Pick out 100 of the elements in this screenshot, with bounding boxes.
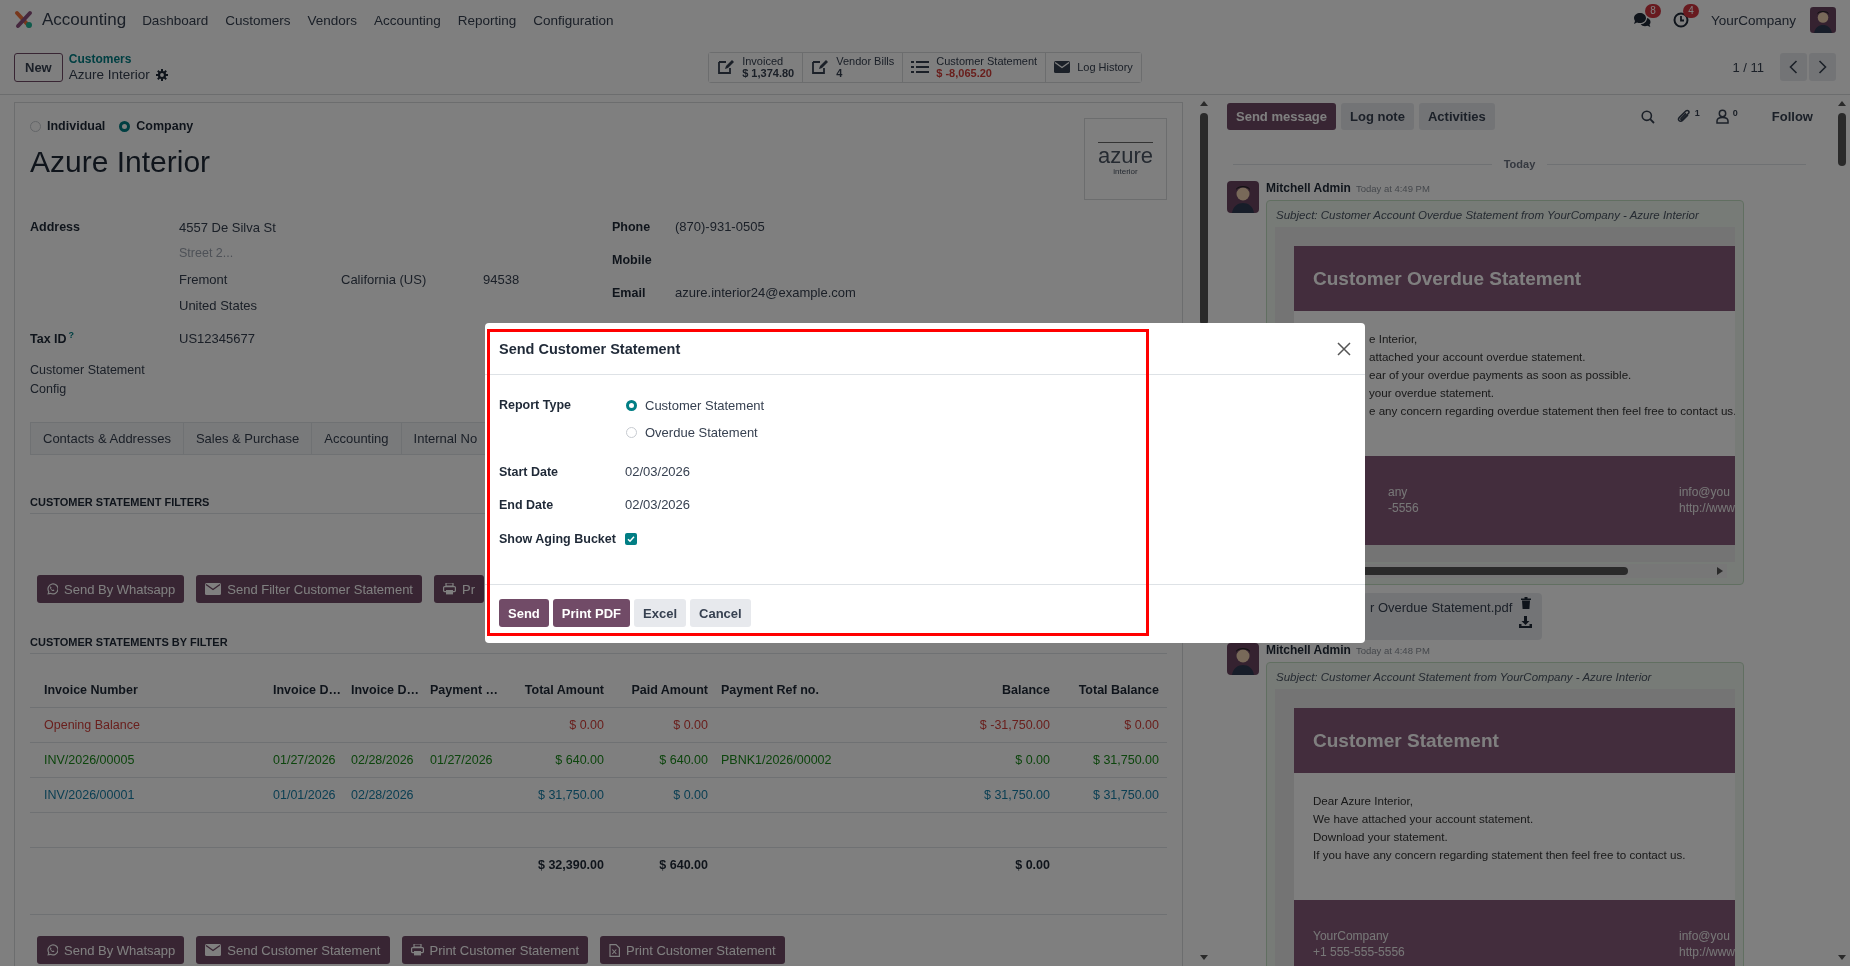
- table-cell-text: $ 640.00: [554, 753, 605, 767]
- field-label: Customer Statement Config: [30, 362, 146, 398]
- field-value[interactable]: 94538: [483, 271, 612, 287]
- table-cell-text: 01/27/2026: [429, 753, 494, 767]
- column-header[interactable]: Balance: [958, 683, 1058, 697]
- field-label: Show Aging Bucket: [499, 531, 617, 548]
- date-field[interactable]: 02/03/2026: [625, 463, 1351, 481]
- record-name: Azure Interior: [68, 67, 150, 82]
- dialog-button[interactable]: Send: [499, 599, 549, 627]
- radio-label[interactable]: Individual: [47, 119, 106, 133]
- tab[interactable]: Accounting: [311, 422, 402, 454]
- table-cell-text: 02/28/2026: [350, 753, 415, 767]
- menu-item[interactable]: Configuration: [533, 12, 614, 28]
- menu-item[interactable]: Accounting: [374, 12, 441, 28]
- field-value[interactable]: 4557 De Silva St: [179, 219, 341, 235]
- attachment-card[interactable]: r Overdue Statement.pdf: [1363, 593, 1542, 640]
- field-label: Email: [612, 285, 647, 300]
- field-label: Phone: [612, 219, 652, 234]
- field-label: End Date: [499, 497, 555, 514]
- pager-count: 1 / 11: [1732, 59, 1764, 75]
- field-label: Report Type: [499, 397, 572, 414]
- menu-item[interactable]: Dashboard: [142, 12, 209, 28]
- action-button[interactable]: Print Customer Statement: [600, 936, 785, 964]
- column-header[interactable]: Payment …: [425, 683, 500, 697]
- column-header[interactable]: Total Balance: [1058, 683, 1167, 697]
- company-switcher[interactable]: YourCompany: [1710, 12, 1796, 28]
- author-name: Mitchell Admin: [1266, 643, 1351, 657]
- footer-text: info@you: [1679, 484, 1730, 500]
- chatter-button[interactable]: Send message: [1227, 103, 1337, 130]
- email-title: Customer Statement: [1313, 729, 1499, 752]
- dialog-button[interactable]: Print PDF: [552, 599, 631, 627]
- total-cell-text: $ 640.00: [658, 858, 709, 872]
- dialog-title: Send Customer Statement: [499, 340, 681, 357]
- total-cell-text: $ 0.00: [1014, 858, 1051, 872]
- action-button[interactable]: Print Customer Statement: [401, 936, 589, 964]
- field-value[interactable]: (870)-931-0505: [675, 219, 1167, 234]
- record-title: Azure Interior: [30, 144, 211, 180]
- table-cell-text: INV/2026/00001: [43, 788, 136, 802]
- attachment-count: 1: [1694, 107, 1700, 118]
- table-cell-text: $ 0.00: [672, 788, 709, 802]
- table-cell-text: $ 31,750.00: [982, 788, 1051, 802]
- date-separator: Today: [1503, 158, 1536, 170]
- menu-item[interactable]: Vendors: [307, 12, 357, 28]
- table-cell-text: $ 0.00: [672, 718, 709, 732]
- field-label: Address: [30, 220, 82, 234]
- email-text: If you have any concern regarding statement then feel free to contact us.: [1313, 847, 1686, 863]
- new-button[interactable]: New: [14, 52, 63, 82]
- footer-text: -5556: [1388, 500, 1419, 516]
- message-subject: Subject: Customer Account Statement from YourCompany - Azure Interior: [1275, 670, 1653, 685]
- chatter-button[interactable]: Log note: [1341, 103, 1414, 130]
- table-cell-text: 01/01/2026: [272, 788, 337, 802]
- field-value[interactable]: Fremont: [179, 271, 341, 287]
- author-name: Mitchell Admin: [1266, 181, 1351, 195]
- column-header[interactable]: Total Amount: [500, 683, 612, 697]
- smart-button[interactable]: Invoiced $ 1,374.80: [709, 52, 804, 82]
- action-button[interactable]: Send By Whatsapp: [37, 575, 185, 603]
- attachment-name[interactable]: r Overdue Statement.pdf: [1370, 600, 1513, 640]
- email-title: Customer Overdue Statement: [1313, 267, 1582, 290]
- app-name[interactable]: Accounting: [42, 10, 127, 30]
- column-header[interactable]: Invoice D…: [268, 683, 346, 697]
- table-cell-text: $ 31,750.00: [1091, 753, 1160, 767]
- follower-count: 0: [1732, 107, 1738, 118]
- chatter-button[interactable]: Activities: [1418, 103, 1495, 130]
- field-value[interactable]: United States: [179, 297, 341, 313]
- action-button[interactable]: Send Customer Statement: [196, 936, 390, 964]
- tab[interactable]: Contacts & Addresses: [30, 422, 184, 454]
- radio-label[interactable]: Overdue Statement: [645, 424, 758, 440]
- email-text: e any concern regarding overdue statement then feel free to contact us.: [1369, 403, 1735, 419]
- email-text: We have attached your account statement.: [1313, 811, 1534, 827]
- radio-label[interactable]: Customer Statement: [645, 397, 765, 413]
- action-button[interactable]: Send By Whatsapp: [37, 936, 185, 964]
- column-header[interactable]: Invoice D…: [346, 683, 425, 697]
- menu-item[interactable]: Reporting: [457, 12, 517, 28]
- column-header[interactable]: Invoice Number: [30, 683, 268, 697]
- breadcrumb-link[interactable]: Customers: [68, 52, 168, 67]
- field-label: Tax ID $^{?}$: [30, 329, 76, 347]
- dialog-button[interactable]: Excel: [634, 599, 686, 627]
- column-header[interactable]: Payment Ref no.: [716, 683, 958, 697]
- column-header[interactable]: Paid Amount: [612, 683, 716, 697]
- total-cell-text: $ 32,390.00: [536, 858, 605, 872]
- table-cell-text: PBNK1/2026/00002: [720, 753, 833, 767]
- table-cell-text: $ 640.00: [658, 753, 709, 767]
- footer-text: +1 555-555-5556: [1313, 944, 1405, 960]
- action-button[interactable]: Pr: [434, 575, 484, 603]
- footer-text: info@you: [1679, 928, 1730, 944]
- table-cell-text: $ 0.00: [1014, 753, 1051, 767]
- action-button[interactable]: Send Filter Customer Statement: [196, 575, 422, 603]
- table-cell-text: Opening Balance: [43, 718, 141, 732]
- radio-label[interactable]: Company: [136, 119, 194, 133]
- company-logo[interactable]: azure interior: [1084, 118, 1167, 200]
- dialog-button[interactable]: Cancel: [690, 599, 751, 627]
- field-value[interactable]: azure.interior24@example.com: [675, 285, 1167, 300]
- email-text: Dear Azure Interior,: [1313, 793, 1413, 809]
- field-label: Mobile: [612, 252, 653, 267]
- table-cell-text: 02/28/2026: [350, 788, 415, 802]
- email-text: your overdue statement.: [1369, 385, 1495, 401]
- field-value[interactable]: California (US): [341, 271, 483, 287]
- menu-item[interactable]: Customers: [225, 12, 291, 28]
- tab[interactable]: Sales & Purchase: [182, 422, 313, 454]
- follow-button[interactable]: Follow: [1771, 109, 1813, 124]
